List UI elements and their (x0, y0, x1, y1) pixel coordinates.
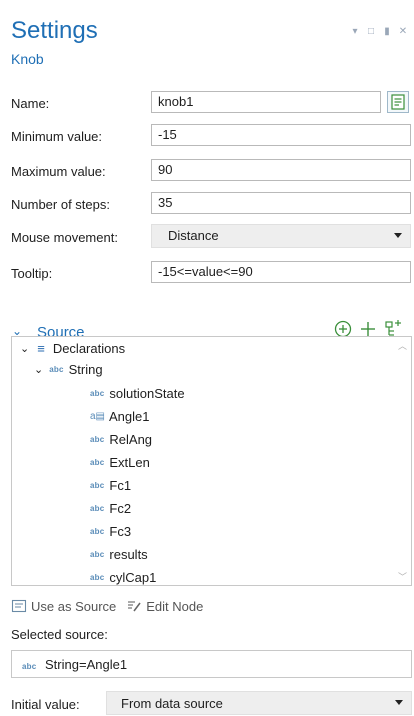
tooltip-label: Tooltip: (11, 266, 53, 281)
initial-value-value: From data source (121, 696, 223, 711)
tree-item[interactable]: abc Fc2 (90, 498, 131, 518)
use-as-source-button[interactable]: Use as Source (31, 599, 116, 614)
selected-source-field: abc String=Angle1 (11, 650, 412, 678)
chevron-down-icon (394, 233, 402, 238)
maximum-value-label: Maximum value: (11, 164, 106, 179)
name-field[interactable]: knob1 (151, 91, 381, 113)
tree-item-label: Declarations (52, 340, 126, 356)
minimum-value-label: Minimum value: (11, 129, 103, 144)
string-icon: abc (90, 526, 105, 536)
tree-item-label: Angle1 (109, 408, 150, 424)
tree-item-label: cylCap1 (109, 569, 157, 585)
source-tree[interactable]: ⌄ ≡ Declarations ⌄ abc String abc soluti… (11, 336, 412, 586)
tree-item-label: solutionState (109, 385, 185, 401)
notes-icon (391, 94, 405, 110)
notes-button[interactable] (387, 91, 409, 113)
chevron-down-icon (395, 700, 403, 705)
number-of-steps-label: Number of steps: (11, 197, 110, 212)
string-icon: abc (90, 388, 105, 398)
mouse-movement-select[interactable]: Distance (151, 224, 411, 248)
tree-item[interactable]: abc cylCap1 (90, 567, 157, 585)
use-as-source-icon (11, 599, 27, 613)
tree-item-label: Fc3 (109, 523, 132, 539)
string-icon: abc (90, 549, 105, 559)
string-icon: abc (22, 662, 37, 671)
string-icon: abc (90, 572, 105, 582)
string-icon: abc (90, 457, 105, 467)
tooltip-field[interactable]: -15<=value<=90 (151, 261, 411, 283)
tree-row-string[interactable]: ⌄ abc String (34, 359, 103, 379)
tree-item[interactable]: abc RelAng (90, 429, 152, 449)
edit-node-icon (128, 601, 141, 612)
tree-item-label: ExtLen (109, 454, 150, 470)
close-icon[interactable]: ✕ (398, 26, 408, 37)
maximum-value-field[interactable]: 90 (151, 159, 411, 181)
selected-source-label: Selected source: (11, 627, 108, 642)
mouse-movement-label: Mouse movement: (11, 230, 118, 245)
tree-item[interactable]: abc solutionState (90, 383, 185, 403)
string-array-icon: a▤ (90, 410, 106, 422)
tree-item-label: Fc2 (109, 500, 132, 516)
string-icon: abc (90, 434, 105, 444)
tree-item-label: RelAng (109, 431, 153, 447)
tree-item-label: Fc1 (109, 477, 132, 493)
tree-item[interactable]: abc Fc1 (90, 475, 131, 495)
tree-item[interactable]: abc ExtLen (90, 452, 150, 472)
name-label: Name: (11, 96, 50, 111)
mouse-movement-value: Distance (168, 228, 219, 243)
chevron-down-icon[interactable]: ⌄ (34, 363, 43, 376)
tree-item-label: results (109, 546, 148, 562)
tree-item[interactable]: a▤ Angle1 (90, 406, 150, 426)
string-icon: abc (90, 503, 105, 513)
tree-item-label: String (68, 361, 103, 377)
selected-source-value: String=Angle1 (45, 657, 128, 672)
window-controls: ▾ □ ▮ ✕ (350, 26, 408, 37)
minimum-value-field[interactable]: -15 (151, 124, 411, 146)
pin-icon[interactable]: ▾ (350, 26, 360, 37)
initial-value-label: Initial value: (11, 697, 80, 712)
tree-item[interactable]: abc results (90, 544, 148, 564)
string-icon: abc (90, 480, 105, 490)
scroll-down-icon[interactable]: ﹀ (398, 570, 407, 583)
source-actions: Use as Source Edit Node (11, 598, 203, 614)
chevron-down-icon[interactable]: ⌄ (20, 342, 29, 355)
panel-title: Settings (11, 17, 98, 44)
dock-icon[interactable]: ▮ (382, 26, 392, 37)
tree-row-declarations[interactable]: ⌄ ≡ Declarations (20, 338, 125, 358)
string-icon: abc (49, 364, 64, 374)
declarations-icon: ≡ (37, 340, 45, 356)
restore-icon[interactable]: □ (366, 26, 376, 37)
initial-value-select[interactable]: From data source (106, 691, 412, 715)
tree-item[interactable]: abc Fc3 (90, 521, 131, 541)
edit-node-button[interactable]: Edit Node (146, 599, 203, 614)
scroll-up-icon[interactable]: ︿ (398, 339, 407, 352)
number-of-steps-field[interactable]: 35 (151, 192, 411, 214)
panel-subtitle: Knob (11, 51, 44, 67)
